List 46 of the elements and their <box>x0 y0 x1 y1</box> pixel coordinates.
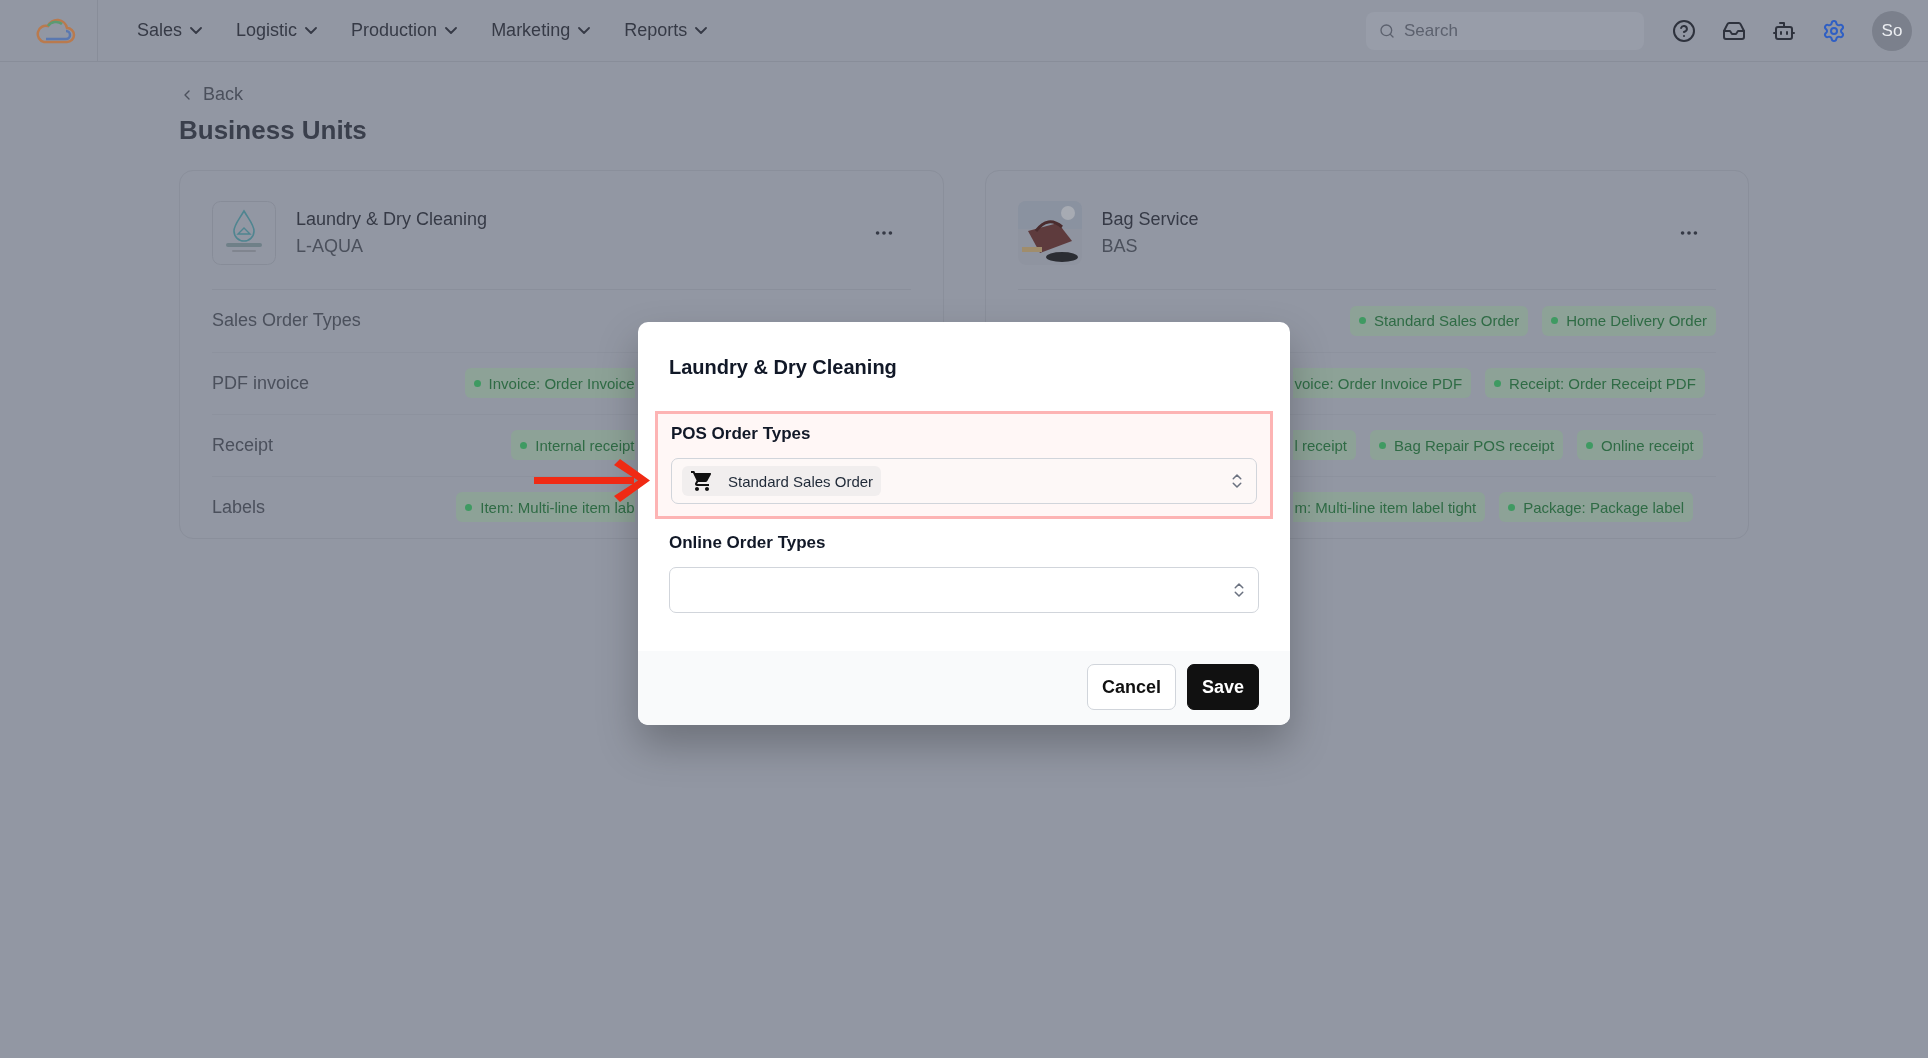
user-avatar[interactable]: So <box>1872 10 1912 51</box>
cart-icon <box>690 469 714 493</box>
chevron-down-icon <box>578 27 591 34</box>
status-tag: Receipt: Order Receipt PDF <box>1485 368 1705 398</box>
nav-menu-item[interactable]: Reports <box>607 20 725 41</box>
row-label: PDF invoice <box>212 372 310 394</box>
row-label: Labels <box>212 496 266 518</box>
nav-menu-item[interactable]: Sales <box>120 20 220 41</box>
select-field[interactable] <box>669 567 1259 613</box>
search-icon <box>1379 22 1395 39</box>
status-tag: Invoice: Order Invoice <box>464 368 635 398</box>
unit-code: BAS <box>1101 235 1139 257</box>
search-field[interactable]: Search <box>1366 11 1644 50</box>
status-tag: Package: Package label <box>1499 492 1694 522</box>
chevron-down-icon <box>305 27 318 34</box>
selected-chip[interactable]: Standard Sales Order <box>682 466 882 496</box>
chevron-down-icon <box>445 27 458 34</box>
row-label: Sales Order Types <box>212 310 361 331</box>
status-tag: Online receipt <box>1577 430 1703 460</box>
status-tag: m: Multi-line item label tight <box>1292 492 1486 522</box>
nav-menu-item[interactable]: Logistic <box>219 20 335 41</box>
field-label: POS Order Types <box>671 424 812 444</box>
status-tag: Internal receipt <box>511 430 635 460</box>
field-label: Online Order Types <box>669 533 827 553</box>
select-field[interactable]: Standard Sales Order <box>671 458 1257 504</box>
settings-icon[interactable] <box>1822 18 1846 43</box>
dialog-title: Laundry & Dry Cleaning <box>669 356 898 379</box>
status-tag: Bag Repair POS receipt <box>1370 430 1564 460</box>
nav-menu-item[interactable]: Marketing <box>474 20 608 41</box>
status-tag: Standard Sales Order <box>1350 305 1529 336</box>
cancel-button[interactable]: Cancel <box>1086 664 1176 710</box>
status-tag: l receipt <box>1292 430 1357 460</box>
nav-menu-item[interactable]: Production <box>334 20 475 41</box>
status-tag: Home Delivery Order <box>1542 305 1716 336</box>
row-label: Receipt <box>212 434 274 456</box>
unit-code: L-AQUA <box>296 235 365 257</box>
help-icon[interactable] <box>1672 18 1696 43</box>
save-button[interactable]: Save <box>1186 664 1259 710</box>
page-title: Business Units <box>179 114 368 146</box>
unit-name: Laundry & Dry Cleaning <box>296 208 488 230</box>
status-tag: voice: Order Invoice PDF <box>1292 368 1472 398</box>
status-tag: Item: Multi-line item lab <box>456 492 635 522</box>
chevron-down-icon <box>695 27 708 34</box>
unit-name: Bag Service <box>1101 208 1199 230</box>
chevron-down-icon <box>190 27 203 34</box>
back-link[interactable]: Back <box>179 84 244 105</box>
